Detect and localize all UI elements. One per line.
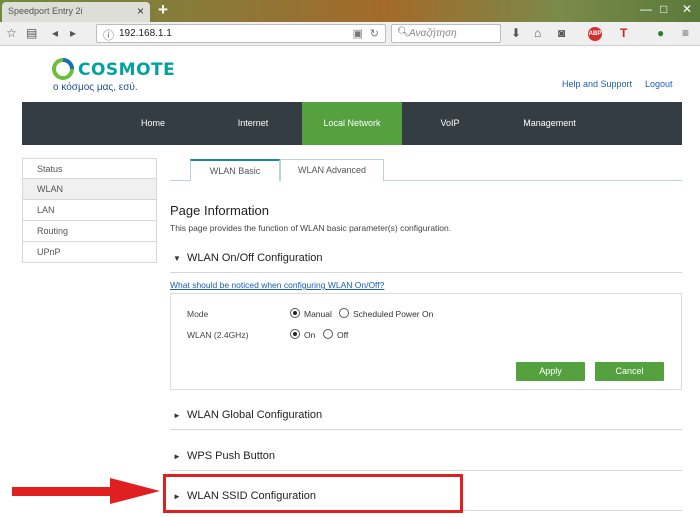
divider [170, 470, 682, 471]
new-tab-button[interactable]: + [158, 0, 168, 20]
mode-label: Mode [187, 309, 209, 319]
browser-toolbar: ☆ ▤ ◂ ▸ ⓘ 192.168.1.1 ▣ ↻ 🔍︎ Αναζήτηση ⬇… [0, 22, 700, 46]
wlan-off-label: Off [337, 330, 349, 340]
section-title: WLAN On/Off Configuration [187, 252, 323, 264]
browser-tab-title: Speedport Entry 2i [8, 6, 83, 16]
wlan-off-radio[interactable] [323, 329, 333, 339]
maximize-window-icon[interactable]: □ [660, 2, 667, 16]
url-bar[interactable]: ⓘ 192.168.1.1 ▣ ↻ [96, 24, 386, 43]
adblock-icon[interactable]: ABP [588, 27, 602, 41]
logo-tagline: ο κόσμος μας, εσύ. [53, 82, 138, 93]
logo-text: COSMOTE [78, 60, 176, 80]
reader-icon[interactable]: ▤ [26, 26, 37, 40]
onoff-help-link[interactable]: What should be noticed when configuring … [170, 280, 384, 290]
main-nav: Home Internet Local Network VoIP Managem… [22, 102, 682, 145]
wlan-on-radio[interactable] [290, 329, 300, 339]
red-arrow-icon [12, 478, 160, 504]
browser-tab[interactable]: Speedport Entry 2i × [2, 2, 150, 22]
collapsed-arrow-icon: ► [173, 411, 181, 420]
lock-icon: ▣ [352, 28, 363, 40]
section-title: WLAN Global Configuration [187, 409, 323, 421]
page-description: This page provides the function of WLAN … [170, 223, 452, 233]
mode-scheduled-label: Scheduled Power On [353, 309, 434, 319]
cancel-button[interactable]: Cancel [595, 362, 664, 381]
home-icon[interactable]: ⌂ [534, 26, 541, 40]
divider [170, 272, 682, 273]
nav-item-management[interactable]: Management [512, 102, 587, 145]
sidebar-item-wlan[interactable]: WLAN [22, 179, 157, 200]
sidebar-item-routing[interactable]: Routing [22, 221, 157, 242]
close-window-icon[interactable]: ✕ [682, 2, 692, 16]
expanded-arrow-icon: ▼ [173, 254, 181, 263]
highlight-box [163, 474, 463, 513]
close-tab-icon[interactable]: × [137, 4, 144, 18]
page-title: Page Information [170, 203, 270, 218]
search-input[interactable]: 🔍︎ Αναζήτηση [391, 24, 501, 43]
nav-item-home[interactable]: Home [117, 102, 189, 145]
wlan-on-label: On [304, 330, 316, 340]
section-wlan-global[interactable]: ► WLAN Global Configuration [170, 408, 682, 428]
nav-item-local-network[interactable]: Local Network [302, 102, 402, 145]
wlan-24ghz-label: WLAN (2.4GHz) [187, 330, 249, 340]
browser-tab-strip: Speedport Entry 2i × + — □ ✕ [0, 0, 700, 22]
download-icon[interactable]: ⬇ [511, 26, 521, 40]
sidebar-item-lan[interactable]: LAN [22, 200, 157, 221]
tab-wlan-basic[interactable]: WLAN Basic [190, 159, 280, 181]
star-icon[interactable]: ☆ [6, 26, 17, 40]
sidebar-item-upnp[interactable]: UPnP [22, 242, 157, 263]
mode-scheduled-radio[interactable] [339, 308, 349, 318]
divider [170, 429, 682, 430]
forward-icon[interactable]: ▸ [70, 26, 76, 40]
menu-icon[interactable]: ≡ [682, 26, 689, 40]
collapsed-arrow-icon: ► [173, 452, 181, 461]
logout-link[interactable]: Logout [645, 79, 673, 89]
addon-icon[interactable]: T [620, 26, 627, 40]
onoff-panel: Mode Manual Scheduled Power On WLAN (2.4… [170, 293, 682, 390]
reload-icon[interactable]: ↻ [370, 27, 379, 40]
sidebar: Status WLAN LAN Routing UPnP [22, 158, 157, 263]
back-icon[interactable]: ◂ [52, 26, 58, 40]
cosmote-logo-icon [52, 58, 74, 80]
pocket-icon[interactable]: ◙ [558, 26, 565, 40]
search-icon: 🔍︎ [397, 27, 410, 38]
extension-icon[interactable]: ● [657, 26, 664, 40]
nav-item-internet[interactable]: Internet [217, 102, 289, 145]
help-support-link[interactable]: Help and Support [562, 79, 632, 89]
mode-manual-radio[interactable] [290, 308, 300, 318]
section-wlan-onoff[interactable]: ▼ WLAN On/Off Configuration [170, 251, 682, 271]
minimize-window-icon[interactable]: — [640, 2, 652, 16]
tab-wlan-advanced[interactable]: WLAN Advanced [280, 159, 384, 181]
mode-manual-label: Manual [304, 309, 332, 319]
apply-button[interactable]: Apply [516, 362, 585, 381]
url-text: 192.168.1.1 [119, 28, 172, 39]
info-icon[interactable]: ⓘ [103, 27, 114, 43]
nav-item-voip[interactable]: VoIP [414, 102, 486, 145]
search-placeholder: Αναζήτηση [409, 28, 457, 39]
sidebar-item-status[interactable]: Status [22, 158, 157, 179]
section-title: WPS Push Button [187, 450, 276, 462]
section-wps-push-button[interactable]: ► WPS Push Button [170, 449, 682, 469]
